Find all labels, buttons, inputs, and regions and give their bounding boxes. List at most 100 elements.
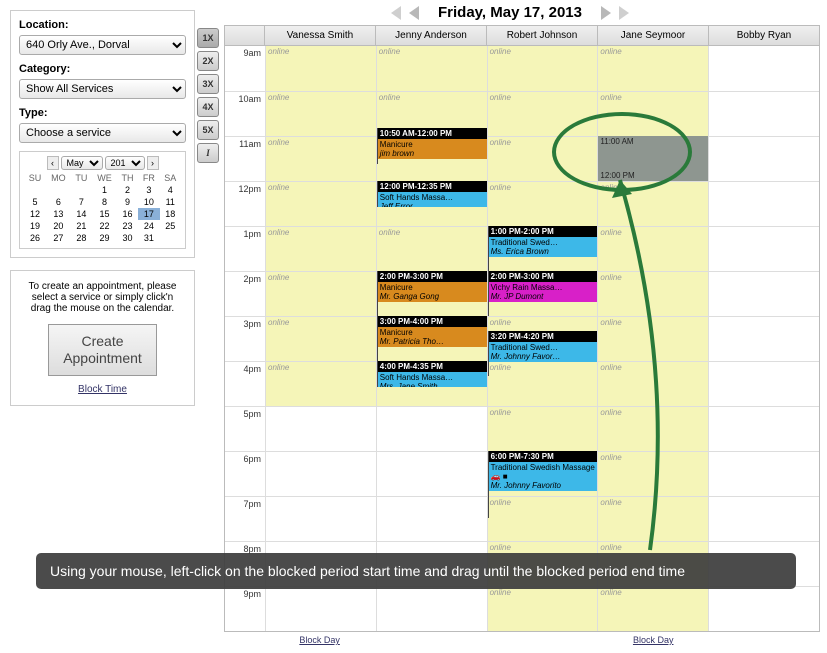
time-slot[interactable]: online: [266, 226, 376, 271]
staff-column[interactable]: onlineonlineonlineonlineonlineonlineonli…: [597, 46, 708, 631]
year-select[interactable]: 201: [105, 156, 145, 170]
calendar-day[interactable]: 24: [138, 220, 159, 232]
time-slot[interactable]: [377, 496, 487, 541]
time-slot[interactable]: online: [598, 271, 708, 316]
prev-month-icon[interactable]: ‹: [47, 156, 59, 170]
time-slot[interactable]: online: [598, 181, 708, 226]
time-slot[interactable]: online: [488, 136, 598, 181]
calendar-day[interactable]: 4: [160, 184, 181, 196]
appointment[interactable]: 12:00 PM-12:35 PMSoft Hands Massa…Jeff E…: [377, 181, 487, 207]
calendar-day[interactable]: 22: [92, 220, 117, 232]
block-time-link[interactable]: Block Time: [78, 384, 127, 395]
staff-column[interactable]: onlineonlineonlineonlineonlineonlineonli…: [376, 46, 487, 631]
appointment[interactable]: 3:00 PM-4:00 PMManicureMr. Patricia Tho…: [377, 316, 487, 361]
appointment[interactable]: 1:00 PM-2:00 PMTraditional Swed…Ms. Eric…: [488, 226, 598, 271]
time-slot[interactable]: online: [377, 46, 487, 91]
time-slot[interactable]: online: [266, 271, 376, 316]
calendar-day[interactable]: 14: [71, 208, 92, 220]
time-slot[interactable]: [377, 586, 487, 631]
time-slot[interactable]: online: [266, 361, 376, 406]
create-appointment-button[interactable]: CreateAppointment: [48, 324, 157, 376]
calendar-day[interactable]: 18: [160, 208, 181, 220]
time-slot[interactable]: [709, 181, 819, 226]
time-slot[interactable]: [266, 586, 376, 631]
time-slot[interactable]: online: [266, 91, 376, 136]
time-slot[interactable]: [709, 406, 819, 451]
appointment[interactable]: 2:00 PM-3:00 PMManicureMr. Ganga Gong: [377, 271, 487, 316]
zoom-4x-button[interactable]: 4X: [197, 97, 219, 117]
block-day-link[interactable]: Block Day: [633, 635, 674, 645]
calendar-day[interactable]: 16: [117, 208, 138, 220]
calendar-day[interactable]: 11: [160, 196, 181, 208]
appointment[interactable]: 3:20 PM-4:20 PMTraditional Swed…Mr. John…: [488, 331, 598, 376]
calendar-day[interactable]: 17: [138, 208, 159, 220]
time-slot[interactable]: online: [598, 451, 708, 496]
time-slot[interactable]: [709, 451, 819, 496]
staff-column[interactable]: onlineonlineonlineonlineonlineonlineonli…: [265, 46, 376, 631]
time-slot[interactable]: online: [266, 136, 376, 181]
time-slot[interactable]: online: [377, 226, 487, 271]
time-slot[interactable]: [377, 451, 487, 496]
time-slot[interactable]: [709, 271, 819, 316]
calendar-day[interactable]: 21: [71, 220, 92, 232]
calendar-day[interactable]: 25: [160, 220, 181, 232]
time-slot[interactable]: online: [266, 181, 376, 226]
time-slot[interactable]: online: [598, 586, 708, 631]
time-slot[interactable]: [266, 496, 376, 541]
time-slot[interactable]: online: [598, 46, 708, 91]
block-day-link[interactable]: Block Day: [299, 635, 340, 645]
staff-column[interactable]: [708, 46, 819, 631]
time-slot[interactable]: online: [266, 46, 376, 91]
calendar-day[interactable]: 2: [117, 184, 138, 196]
location-select[interactable]: 640 Orly Ave., Dorval: [19, 35, 186, 55]
calendar-day[interactable]: 15: [92, 208, 117, 220]
time-slot[interactable]: online: [598, 91, 708, 136]
calendar-day[interactable]: 5: [24, 196, 46, 208]
calendar-day[interactable]: 30: [117, 232, 138, 244]
prev-week-icon[interactable]: [391, 6, 401, 20]
time-slot[interactable]: [266, 451, 376, 496]
mini-calendar[interactable]: ‹ May 201 › SUMOTUWETHFRSA 1234567891011…: [19, 151, 186, 249]
time-slot[interactable]: online: [488, 181, 598, 226]
appointment[interactable]: 10:50 AM-12:00 PMManicurejim brown: [377, 128, 487, 164]
staff-column[interactable]: onlineonlineonlineonlineonlineonlineonli…: [487, 46, 598, 631]
time-slot[interactable]: [709, 91, 819, 136]
zoom-1x-button[interactable]: 1X: [197, 28, 219, 48]
type-select[interactable]: Choose a service: [19, 123, 186, 143]
time-slot[interactable]: online: [488, 586, 598, 631]
calendar-day[interactable]: 23: [117, 220, 138, 232]
time-slot[interactable]: online: [598, 361, 708, 406]
calendar-day[interactable]: 27: [46, 232, 71, 244]
time-slot[interactable]: [709, 316, 819, 361]
calendar-day[interactable]: 3: [138, 184, 159, 196]
time-slot[interactable]: [709, 496, 819, 541]
blocked-period[interactable]: 11:00 AM12:00 PM: [598, 136, 708, 181]
category-select[interactable]: Show All Services: [19, 79, 186, 99]
time-slot[interactable]: online: [598, 496, 708, 541]
time-slot[interactable]: [709, 586, 819, 631]
calendar-day[interactable]: 13: [46, 208, 71, 220]
calendar-day[interactable]: 31: [138, 232, 159, 244]
zoom-2x-button[interactable]: 2X: [197, 51, 219, 71]
time-slot[interactable]: [709, 361, 819, 406]
prev-day-icon[interactable]: [409, 6, 419, 20]
calendar-day[interactable]: 1: [92, 184, 117, 196]
schedule-columns[interactable]: onlineonlineonlineonlineonlineonlineonli…: [265, 46, 819, 631]
zoom-3x-button[interactable]: 3X: [197, 74, 219, 94]
calendar-day[interactable]: 10: [138, 196, 159, 208]
appointment[interactable]: 4:00 PM-4:35 PMSoft Hands Massa…Mrs. Jan…: [377, 361, 487, 387]
time-slot[interactable]: online: [598, 406, 708, 451]
calendar-day[interactable]: 12: [24, 208, 46, 220]
time-slot[interactable]: [266, 406, 376, 451]
calendar-day[interactable]: 9: [117, 196, 138, 208]
time-slot[interactable]: online: [488, 91, 598, 136]
appointment[interactable]: 6:00 PM-7:30 PMTraditional Swedish Massa…: [488, 451, 598, 518]
calendar-day[interactable]: 6: [46, 196, 71, 208]
next-week-icon[interactable]: [619, 6, 629, 20]
time-slot[interactable]: [377, 406, 487, 451]
calendar-day[interactable]: 28: [71, 232, 92, 244]
time-slot[interactable]: online: [598, 226, 708, 271]
time-slot[interactable]: [709, 46, 819, 91]
calendar-day[interactable]: 20: [46, 220, 71, 232]
zoom-i-button[interactable]: I: [197, 143, 219, 163]
